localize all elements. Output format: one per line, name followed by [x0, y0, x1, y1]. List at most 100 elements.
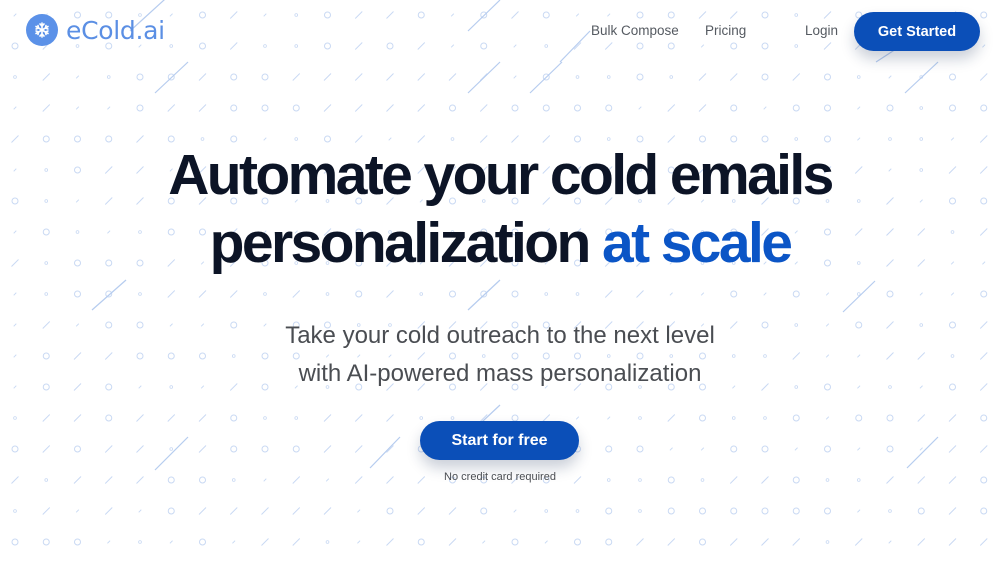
pattern-slash — [261, 507, 269, 515]
pattern-slash — [669, 292, 673, 296]
pattern-ring — [636, 11, 644, 19]
pattern-ring — [199, 538, 206, 546]
pattern-dot — [325, 292, 330, 296]
pattern-slash — [513, 509, 517, 513]
login-link[interactable]: Login — [805, 23, 838, 38]
nav-link-bulk-compose[interactable]: Bulk Compose — [591, 23, 679, 38]
pattern-slash — [636, 538, 644, 546]
pattern-dot — [544, 44, 549, 48]
pattern-slash — [386, 73, 394, 81]
pattern-slash — [607, 416, 611, 420]
pattern-slash — [669, 447, 673, 451]
pattern-ring — [292, 445, 300, 453]
pattern-ring — [667, 507, 675, 515]
pattern-dot — [575, 292, 580, 296]
pattern-slash — [386, 414, 394, 422]
pattern-dot — [450, 137, 455, 141]
pattern-slash — [917, 414, 926, 422]
get-started-button[interactable]: Get Started — [854, 12, 980, 51]
pattern-ring — [636, 445, 644, 453]
pattern-slash — [136, 445, 144, 453]
pattern-ring — [667, 11, 675, 19]
start-for-free-button[interactable]: Start for free — [420, 421, 579, 460]
pattern-dot — [263, 416, 267, 420]
pattern-slash — [950, 292, 955, 296]
pattern-dot — [294, 44, 299, 48]
pattern-ring — [230, 445, 238, 453]
pattern-streak — [467, 279, 501, 311]
pattern-ring — [730, 445, 738, 453]
pattern-slash — [854, 538, 863, 546]
brand-logo[interactable]: eCold.ai — [26, 14, 165, 46]
pattern-ring — [324, 11, 331, 19]
pattern-ring — [167, 507, 175, 515]
pattern-slash — [354, 104, 363, 112]
pattern-ring — [667, 42, 675, 50]
pattern-ring — [74, 290, 81, 298]
pattern-dot — [294, 416, 299, 420]
pattern-slash — [13, 13, 17, 17]
pattern-dot — [263, 44, 267, 48]
pattern-slash — [604, 42, 613, 50]
pattern-ring — [636, 42, 644, 50]
pattern-ring — [730, 507, 738, 515]
pattern-ring — [949, 104, 956, 112]
pattern-dot — [13, 416, 17, 420]
pattern-slash — [13, 292, 17, 296]
pattern-slash — [823, 11, 832, 19]
pattern-ring — [886, 414, 894, 422]
pattern-slash — [698, 104, 707, 112]
pattern-ring — [699, 507, 706, 515]
pattern-slash — [75, 106, 80, 110]
pattern-ring — [980, 11, 988, 19]
pattern-slash — [354, 445, 363, 453]
pattern-ring — [511, 104, 519, 112]
pattern-ring — [605, 445, 613, 453]
pattern-dot — [794, 44, 799, 48]
pattern-ring — [105, 414, 113, 422]
pattern-slash — [198, 507, 207, 515]
pattern-ring — [11, 445, 19, 453]
pattern-dot — [13, 509, 17, 513]
pattern-slash — [388, 137, 392, 141]
nav-link-pricing[interactable]: Pricing — [705, 23, 746, 38]
pattern-slash — [229, 507, 238, 515]
pattern-slash — [919, 447, 923, 451]
pattern-dot — [763, 416, 767, 420]
pattern-slash — [107, 540, 111, 544]
pattern-slash — [167, 290, 176, 298]
pattern-streak — [842, 280, 876, 313]
pattern-slash — [857, 106, 861, 110]
pattern-slash — [667, 538, 676, 546]
pattern-ring — [449, 104, 456, 112]
pattern-ring — [761, 445, 769, 453]
pattern-ring — [480, 42, 488, 50]
pattern-slash — [825, 416, 830, 420]
pattern-streak — [906, 436, 939, 469]
pattern-ring — [511, 290, 519, 298]
pattern-slash — [825, 292, 830, 296]
pattern-slash — [229, 42, 238, 50]
pattern-ring — [761, 11, 769, 19]
pattern-slash — [73, 414, 82, 422]
pattern-ring — [136, 104, 144, 112]
pattern-ring — [980, 507, 988, 515]
pattern-slash — [575, 13, 580, 17]
pattern-slash — [698, 11, 707, 19]
pattern-streak — [467, 61, 501, 94]
pattern-slash — [167, 104, 176, 112]
pattern-slash — [638, 106, 642, 110]
pattern-slash — [323, 414, 332, 422]
headline-line-2: personalization — [209, 211, 592, 275]
pattern-ring — [730, 104, 738, 112]
pattern-slash — [979, 445, 988, 453]
pattern-ring — [824, 445, 831, 453]
pattern-dot — [325, 540, 330, 544]
pattern-slash — [354, 11, 363, 19]
pattern-ring — [11, 42, 19, 50]
pattern-dot — [731, 416, 736, 420]
pattern-slash — [700, 44, 705, 48]
pattern-dot — [13, 75, 17, 79]
pattern-slash — [198, 290, 207, 298]
pattern-dot — [919, 137, 924, 141]
